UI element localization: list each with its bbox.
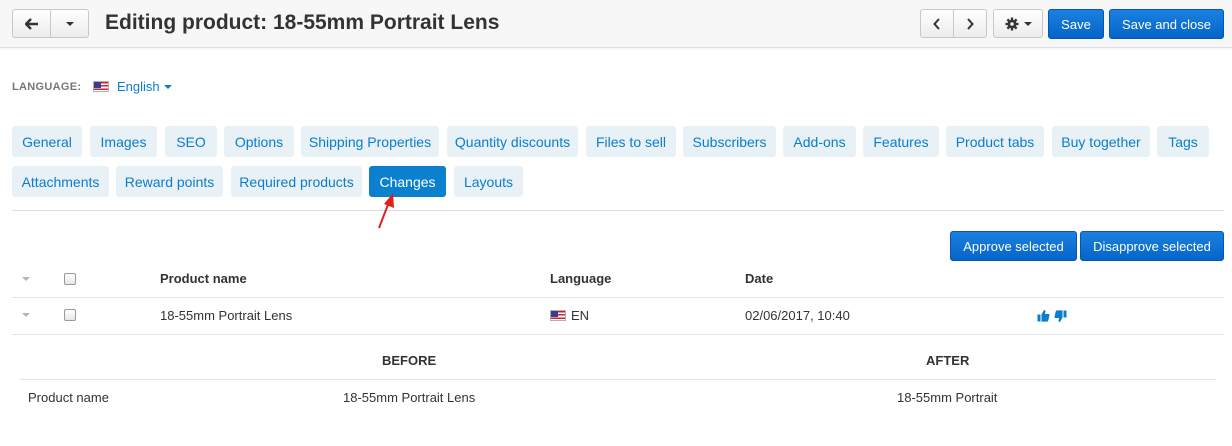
language-value: English [117, 79, 160, 94]
select-all-checkbox[interactable] [64, 273, 76, 285]
tab-options[interactable]: Options [224, 126, 294, 157]
page-title: Editing product: 18-55mm Portrait Lens [105, 11, 500, 34]
language-label: LANGUAGE: [12, 81, 82, 93]
row-divider [12, 334, 1224, 335]
tab-attachments[interactable]: Attachments [12, 166, 109, 197]
changed-field-name: Product name [28, 390, 109, 405]
column-header-date: Date [745, 271, 774, 286]
tabs-divider [12, 210, 1224, 211]
us-flag-icon [93, 81, 109, 92]
chevron-left-icon [933, 17, 940, 30]
gear-icon [1005, 17, 1018, 30]
chevron-down-icon [163, 84, 172, 89]
tab-reward-points[interactable]: Reward points [116, 166, 223, 197]
row-date: 02/06/2017, 10:40 [745, 308, 850, 323]
tab-add-ons[interactable]: Add-ons [783, 126, 856, 157]
back-dropdown-button[interactable] [51, 9, 89, 38]
annotation-arrow [378, 193, 394, 229]
row-language: EN [550, 308, 589, 323]
arrow-left-icon [24, 17, 38, 30]
tab-seo[interactable]: SEO [165, 126, 217, 157]
expand-row-icon[interactable] [22, 313, 30, 317]
tab-product-tabs[interactable]: Product tabs [946, 126, 1044, 157]
disapprove-selected-button[interactable]: Disapprove selected [1080, 231, 1224, 261]
tab-quantity-discounts[interactable]: Quantity discounts [447, 126, 578, 157]
column-header-product-name: Product name [160, 271, 247, 286]
toolbar: Editing product: 18-55mm Portrait Lens S… [0, 0, 1232, 48]
row-product-name: 18-55mm Portrait Lens [160, 308, 293, 323]
tab-general[interactable]: General [12, 126, 82, 157]
tab-shipping-properties[interactable]: Shipping Properties [301, 126, 439, 157]
chevron-right-icon [967, 17, 974, 30]
tab-files-to-sell[interactable]: Files to sell [586, 126, 676, 157]
expand-all-icon[interactable] [22, 277, 30, 281]
tab-features[interactable]: Features [863, 126, 939, 157]
back-button-group [12, 9, 89, 38]
row-language-code: EN [571, 308, 590, 323]
approve-selected-button[interactable]: Approve selected [950, 231, 1077, 261]
us-flag-icon [550, 310, 566, 321]
chevron-down-icon [65, 21, 74, 26]
after-column-header: AFTER [926, 353, 970, 368]
tab-subscribers[interactable]: Subscribers [683, 126, 776, 157]
language-selector[interactable]: English [93, 79, 172, 94]
save-button[interactable]: Save [1048, 9, 1104, 39]
column-header-language: Language [550, 271, 612, 286]
prev-next-group [920, 9, 987, 38]
next-product-button[interactable] [954, 9, 987, 38]
before-value: 18-55mm Portrait Lens [343, 390, 476, 405]
thumbs-down-icon[interactable] [1054, 310, 1067, 323]
details-divider [20, 379, 1216, 380]
chevron-down-icon [1023, 21, 1032, 26]
save-and-close-button[interactable]: Save and close [1109, 9, 1224, 39]
tab-layouts[interactable]: Layouts [454, 166, 523, 197]
tab-required-products[interactable]: Required products [231, 166, 362, 197]
row-checkbox[interactable] [64, 309, 76, 321]
settings-dropdown-button[interactable] [993, 9, 1043, 38]
after-value: 18-55mm Portrait [897, 390, 998, 405]
before-column-header: BEFORE [382, 353, 437, 368]
tab-buy-together[interactable]: Buy together [1052, 126, 1150, 157]
back-button[interactable] [12, 9, 51, 38]
header-divider [12, 297, 1224, 298]
tab-tags[interactable]: Tags [1157, 126, 1209, 157]
thumbs-up-icon[interactable] [1037, 309, 1050, 322]
previous-product-button[interactable] [920, 9, 954, 38]
tab-images[interactable]: Images [90, 126, 157, 157]
